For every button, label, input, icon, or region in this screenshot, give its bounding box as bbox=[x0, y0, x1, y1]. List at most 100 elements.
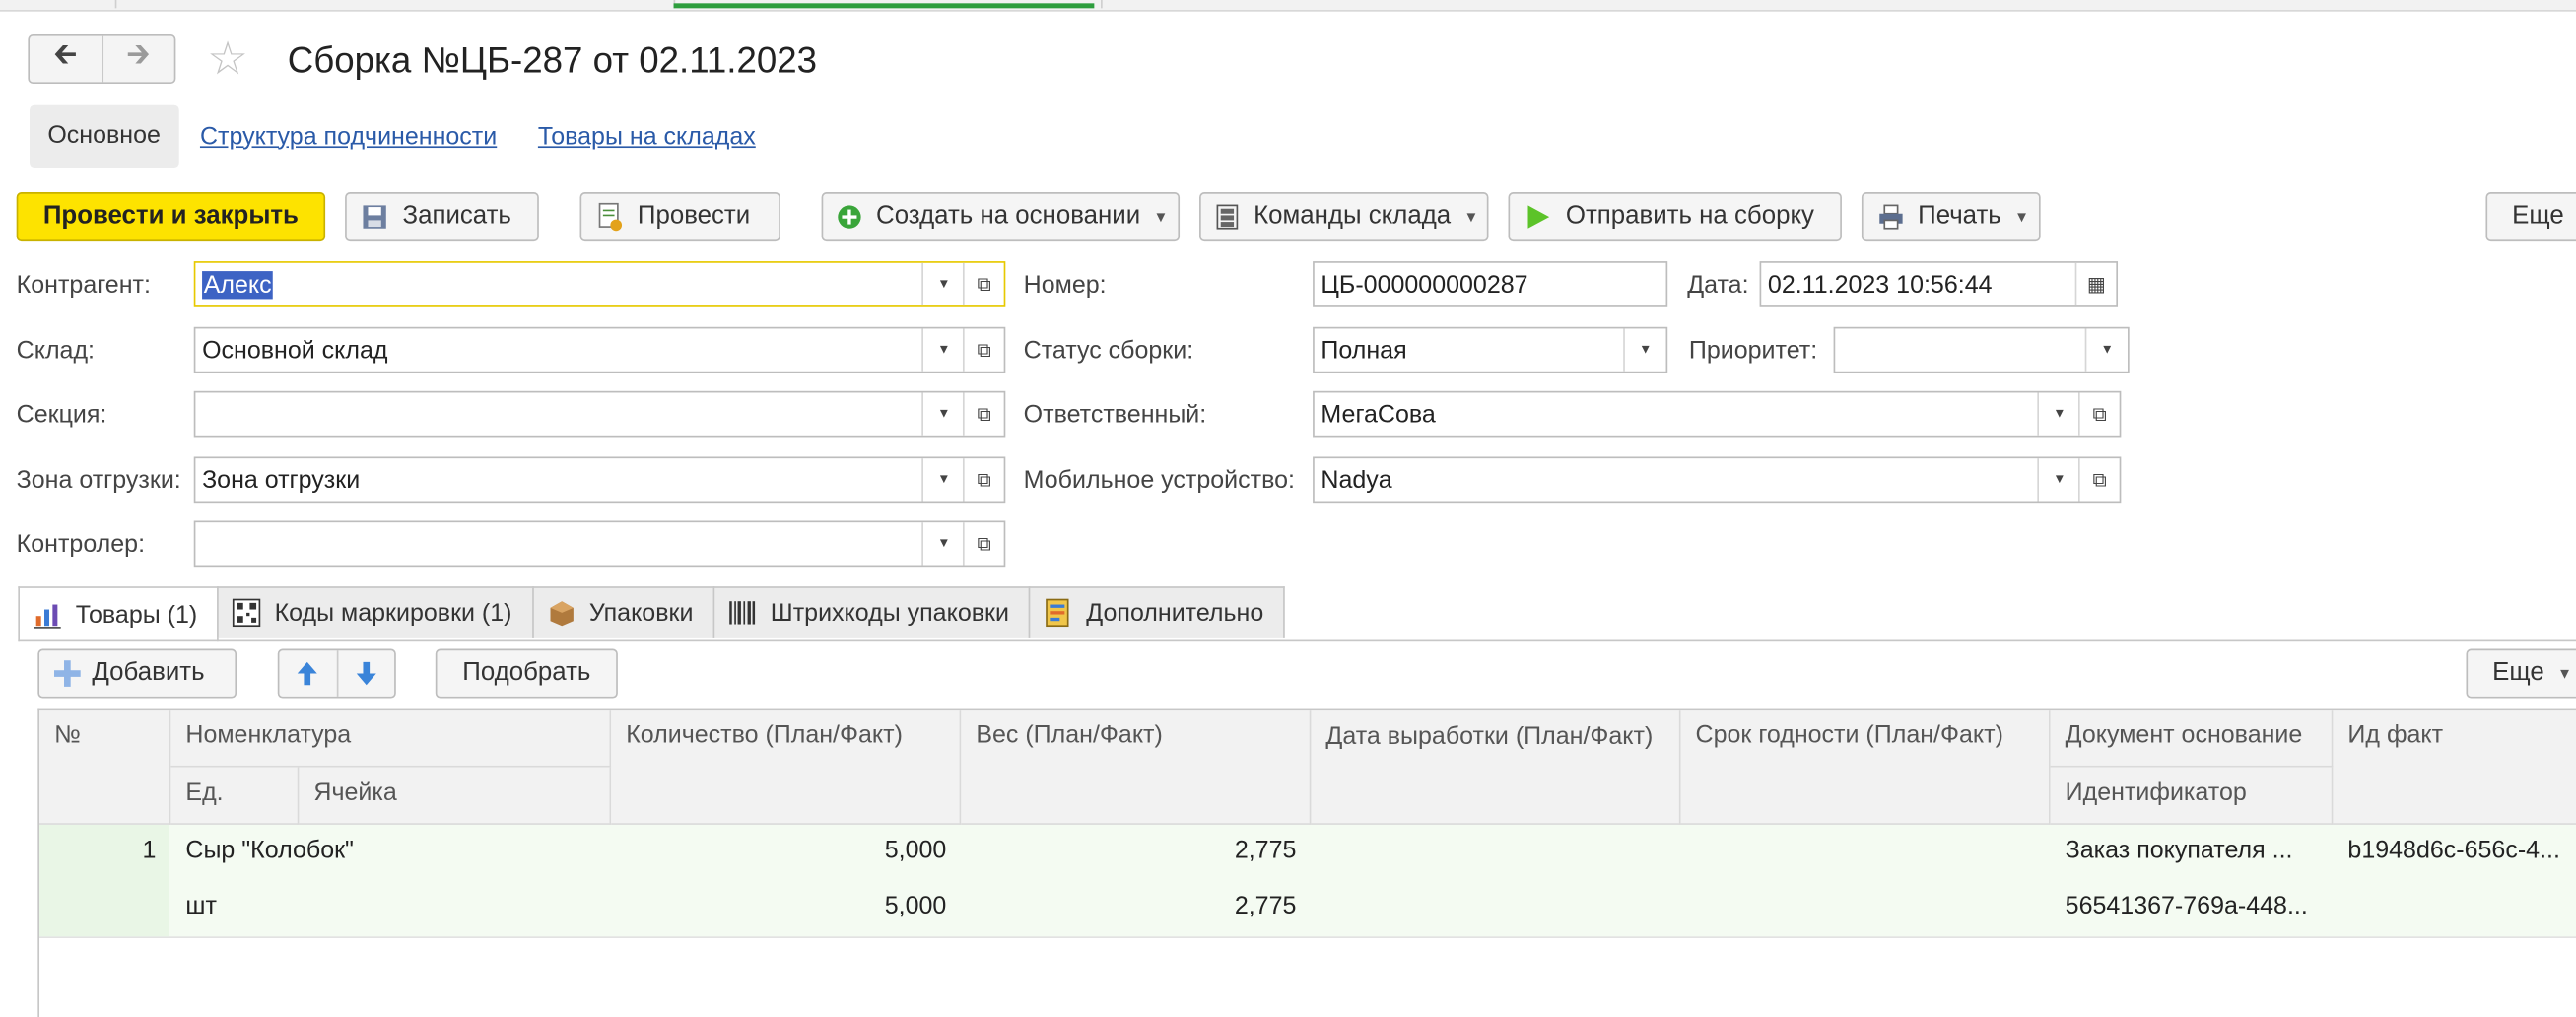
zona-label: Зона отгрузки: bbox=[16, 466, 181, 495]
window-tab[interactable] bbox=[1094, 0, 1103, 9]
dropdown-arrow-icon[interactable]: ▼ bbox=[921, 392, 964, 436]
status-label: Статус сборки: bbox=[1023, 336, 1194, 366]
col-unit-header[interactable]: Ед. bbox=[170, 767, 300, 825]
favorite-star-icon[interactable]: ☆ bbox=[207, 34, 248, 84]
col-weight-header[interactable]: Вес (План/Факт) bbox=[961, 710, 1312, 825]
save-label: Записать bbox=[402, 202, 511, 231]
col-expiry-header[interactable]: Срок годности (План/Факт) bbox=[1680, 710, 2051, 825]
row-doc: Заказ покупателя ... bbox=[2065, 836, 2293, 864]
forward-arrow-icon[interactable]: 🡲 bbox=[102, 36, 174, 83]
additional-form-icon bbox=[1044, 598, 1073, 628]
otvetstv-field[interactable]: МегаСова ▼ ⧉ bbox=[1313, 390, 2122, 438]
sklad-field[interactable]: Основной склад ▼ ⧉ bbox=[193, 326, 1006, 373]
dropdown-arrow-icon[interactable]: ▼ bbox=[921, 262, 964, 306]
table-more-button[interactable]: Еще ▼ bbox=[2466, 648, 2576, 699]
add-row-button[interactable]: Добавить bbox=[37, 648, 237, 699]
mobile-field[interactable]: Nadya ▼ ⧉ bbox=[1313, 456, 2122, 504]
mobile-label: Мобильное устройство: bbox=[1023, 466, 1295, 495]
row-num: 1 bbox=[142, 836, 157, 864]
play-triangle-icon bbox=[1523, 202, 1552, 232]
create-based-on-button[interactable]: Создать на основании ▼ bbox=[821, 192, 1181, 242]
col-qty-header[interactable]: Количество (План/Факт) bbox=[611, 710, 962, 825]
date-field[interactable]: 02.11.2023 10:56:44 ▦ bbox=[1759, 261, 2119, 307]
post-and-close-button[interactable]: Провести и закрыть bbox=[16, 192, 326, 242]
col-doc-header[interactable]: Документ основание bbox=[2050, 710, 2334, 768]
calendar-icon[interactable]: ▦ bbox=[2074, 262, 2117, 306]
priority-field[interactable]: ▼ bbox=[1833, 326, 2130, 373]
tab-marking-codes-label: Коды маркировки (1) bbox=[274, 598, 512, 628]
nomer-field[interactable]: ЦБ-000000000287 bbox=[1313, 261, 1668, 307]
window-tab[interactable] bbox=[115, 0, 676, 9]
open-form-icon[interactable]: ⧉ bbox=[962, 328, 1004, 372]
qr-code-icon bbox=[232, 598, 261, 628]
priority-label: Приоритет: bbox=[1688, 336, 1818, 366]
print-button[interactable]: Печать ▼ bbox=[1861, 192, 2041, 242]
dropdown-arrow-icon[interactable]: ▼ bbox=[921, 458, 964, 502]
tab-additional-label: Дополнительно bbox=[1086, 598, 1264, 628]
printer-icon bbox=[1876, 202, 1905, 232]
chevron-down-icon: ▼ bbox=[1153, 208, 1169, 226]
data-label: Дата: bbox=[1687, 271, 1749, 300]
tab-marking-codes[interactable]: Коды маркировки (1) bbox=[217, 586, 534, 638]
arrow-down-icon[interactable] bbox=[338, 650, 395, 697]
open-form-icon[interactable]: ⧉ bbox=[962, 522, 1004, 566]
tab-goods[interactable]: Товары (1) bbox=[18, 586, 219, 642]
send-to-assembly-label: Отправить на сборку bbox=[1565, 202, 1814, 231]
barcode-icon bbox=[727, 598, 757, 628]
tab-packages-label: Упаковки bbox=[588, 598, 694, 628]
sekciya-field[interactable]: ▼ ⧉ bbox=[193, 390, 1006, 438]
dropdown-arrow-icon[interactable]: ▼ bbox=[2084, 328, 2128, 372]
dropdown-arrow-icon[interactable]: ▼ bbox=[921, 522, 964, 566]
arrow-up-icon[interactable] bbox=[279, 650, 338, 697]
window-tab-strip bbox=[0, 0, 2576, 12]
col-id-fact-header[interactable]: Ид факт bbox=[2333, 710, 2576, 825]
dropdown-arrow-icon[interactable]: ▼ bbox=[2037, 458, 2079, 502]
warehouse-shelf-icon bbox=[1214, 202, 1241, 232]
col-ident-header[interactable]: Идентификатор bbox=[2050, 767, 2334, 825]
post-button[interactable]: Провести bbox=[579, 192, 780, 242]
form-sections-nav: Основное Структура подчиненности Товары … bbox=[30, 104, 776, 169]
tab-packages[interactable]: Упаковки bbox=[531, 586, 715, 638]
post-label: Провести bbox=[637, 202, 751, 231]
row-ident: 56541367-769a-448... bbox=[2065, 892, 2308, 920]
kontragent-field[interactable]: Алекс ▼ ⧉ bbox=[193, 261, 1006, 307]
warehouse-commands-button[interactable]: Команды склада ▼ bbox=[1199, 192, 1489, 242]
open-form-icon[interactable]: ⧉ bbox=[962, 392, 1004, 436]
back-arrow-icon[interactable]: 🡰 bbox=[30, 35, 103, 83]
active-tab-indicator bbox=[673, 3, 1095, 9]
col-num-header[interactable]: № bbox=[39, 710, 171, 825]
open-form-icon[interactable]: ⧉ bbox=[962, 458, 1004, 502]
dropdown-arrow-icon[interactable]: ▼ bbox=[1623, 328, 1665, 372]
open-form-icon[interactable]: ⧉ bbox=[962, 262, 1004, 306]
nomer-label: Номер: bbox=[1023, 271, 1107, 300]
save-button[interactable]: Записать bbox=[345, 192, 539, 242]
link-subordination[interactable]: Структура подчиненности bbox=[200, 122, 497, 150]
dropdown-arrow-icon[interactable]: ▼ bbox=[921, 328, 964, 372]
tab-package-barcodes-label: Штрихкоды упаковки bbox=[770, 598, 1009, 628]
sekciya-label: Секция: bbox=[16, 400, 107, 430]
col-nomenklatura-header[interactable]: Номенклатура bbox=[170, 710, 612, 768]
kontroler-label: Контролер: bbox=[16, 530, 146, 559]
nomer-value: ЦБ-000000000287 bbox=[1321, 271, 1528, 300]
open-form-icon[interactable]: ⧉ bbox=[2078, 392, 2120, 436]
more-actions-button[interactable]: Еще bbox=[2485, 192, 2576, 242]
tab-package-barcodes[interactable]: Штрихкоды упаковки bbox=[712, 586, 1031, 638]
pick-button[interactable]: Подобрать bbox=[435, 648, 618, 699]
section-main[interactable]: Основное bbox=[30, 104, 179, 169]
open-form-icon[interactable]: ⧉ bbox=[2078, 458, 2120, 502]
dropdown-arrow-icon[interactable]: ▼ bbox=[2037, 392, 2079, 436]
tab-divider bbox=[18, 639, 2576, 642]
otvetstv-label: Ответственный: bbox=[1023, 400, 1207, 430]
row-id-fact: b1948d6c-656c-4... bbox=[2347, 836, 2560, 864]
col-cell-header[interactable]: Ячейка bbox=[299, 767, 612, 825]
send-to-assembly-button[interactable]: Отправить на сборку bbox=[1508, 192, 1842, 242]
status-field[interactable]: Полная ▼ bbox=[1313, 326, 1668, 373]
pick-label: Подобрать bbox=[462, 658, 591, 687]
kontroler-field[interactable]: ▼ ⧉ bbox=[193, 520, 1006, 568]
tab-additional[interactable]: Дополнительно bbox=[1028, 586, 1285, 638]
zona-field[interactable]: Зона отгрузки ▼ ⧉ bbox=[193, 456, 1006, 504]
link-stock-in-warehouses[interactable]: Товары на складах bbox=[538, 122, 756, 150]
sklad-label: Склад: bbox=[16, 336, 95, 366]
window-tab[interactable] bbox=[0, 0, 117, 9]
col-production-date-header[interactable]: Дата выработки (План/Факт) bbox=[1311, 710, 1681, 825]
